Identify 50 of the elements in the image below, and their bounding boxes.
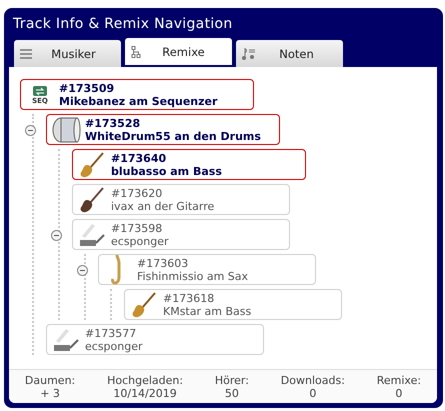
track-id: #173598 (111, 222, 164, 234)
track-id: #173509 (59, 82, 116, 94)
tab[interactable]: Noten (236, 40, 343, 67)
keyboard-icon (52, 326, 80, 352)
menu-icon (20, 48, 32, 58)
collapse-toggle[interactable] (77, 265, 88, 276)
tree-icon (131, 46, 141, 58)
track-title: Fishinmissio am Sax (137, 270, 248, 282)
track-title: ecsponger (111, 234, 169, 248)
stat-value: 0 (394, 387, 404, 400)
remix-node[interactable]: #173620 ivax an der Gitarre (72, 184, 290, 215)
collapse-toggle[interactable] (25, 125, 36, 136)
drum-icon (51, 116, 81, 144)
stat-label: Daumen: (24, 374, 76, 387)
collapse-toggle[interactable] (51, 230, 62, 241)
tab[interactable]: Musiker (14, 40, 121, 67)
music-notes-icon (242, 47, 256, 60)
remix-node[interactable]: #173528 WhiteDrum55 an den Drums (46, 114, 280, 145)
track-title: blubasso am Bass (111, 164, 222, 178)
track-id: #173577 (85, 326, 138, 340)
guitar-icon (79, 186, 105, 214)
remix-node[interactable]: #173618 KMstar am Bass (124, 289, 342, 320)
stat-value: 50 (224, 387, 240, 400)
stat-value: 0 (308, 387, 318, 400)
remix-node[interactable]: #173640 blubasso am Bass (72, 149, 306, 180)
remix-node[interactable]: #173603 Fishinmissio am Sax (98, 254, 316, 285)
sequencer-icon (32, 84, 48, 97)
remix-node[interactable]: #173598 ecsponger (72, 219, 290, 250)
track-id: #173603 (137, 256, 190, 270)
track-title: KMstar am Bass (163, 304, 252, 318)
bass-guitar-icon (79, 150, 105, 178)
remix-node[interactable]: #173577 ecsponger (46, 324, 264, 355)
stat-label: Remixe: (376, 374, 422, 387)
bass-guitar-icon (131, 290, 157, 318)
tab[interactable]: Remixe (125, 38, 232, 65)
track-title: WhiteDrum55 an den Drums (85, 130, 261, 142)
stat-label: Downloads: (280, 374, 345, 387)
stat-value: 10/14/2019 (112, 387, 178, 400)
track-title: Mikebanez am Sequenzer (59, 94, 218, 108)
keyboard-icon (78, 222, 106, 248)
track-id: #173528 (85, 116, 142, 130)
track-title: ivax an der Gitarre (111, 200, 214, 212)
track-id: #173620 (111, 186, 164, 200)
stat-value: + 3 (39, 387, 61, 400)
stat-label: Hochgeladen: (107, 374, 184, 387)
track-title: ecsponger (85, 340, 143, 352)
window-title: Track Info & Remix Navigation (12, 15, 234, 34)
track-id: #173618 (163, 292, 216, 304)
track-id: #173640 (111, 152, 168, 164)
stat-label: Hörer: (214, 374, 249, 387)
